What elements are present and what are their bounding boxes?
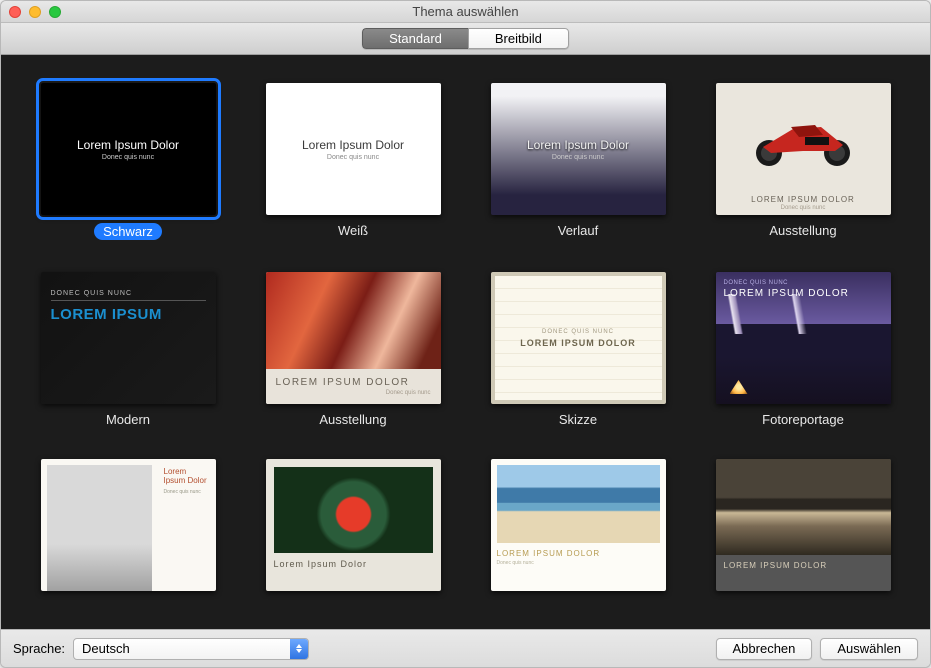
traffic-lights [9, 6, 61, 18]
template-architecture[interactable]: Lorem Ipsum Dolor Donec quis nunc [41, 459, 216, 599]
thumb-sub: Donec quis nunc [552, 154, 604, 161]
template-thumb: Lorem Ipsum Dolor Donec quis nunc [266, 83, 441, 215]
minimize-icon[interactable] [29, 6, 41, 18]
aspect-segmented-control: Standard Breitbild [362, 28, 569, 49]
template-pottery[interactable]: LOREM IPSUM DOLOR [716, 459, 891, 599]
tab-widescreen[interactable]: Breitbild [468, 28, 569, 49]
template-grid: Lorem Ipsum Dolor Donec quis nunc Schwar… [41, 83, 890, 599]
thumb-title: Lorem Ipsum Dolor [302, 138, 404, 152]
template-thumb: LOREM IPSUM DOLOR Donec quis nunc [266, 272, 441, 404]
template-label: Fotoreportage [762, 412, 844, 427]
template-thumb: DONEC QUIS NUNC LOREM IPSUM DOLOR [491, 272, 666, 404]
thumb-caption: LOREM IPSUM DOLOR Donec quis nunc [716, 190, 891, 215]
template-fotoreportage[interactable]: DONEC QUIS NUNC LOREM IPSUM DOLOR Fotore… [716, 272, 891, 427]
template-verlauf[interactable]: Lorem Ipsum Dolor Donec quis nunc Verlau… [491, 83, 666, 240]
template-label: Ausstellung [769, 223, 836, 238]
template-thumb: Lorem Ipsum Dolor Donec quis nunc [41, 459, 216, 591]
template-ausstellung-paint[interactable]: LOREM IPSUM DOLOR Donec quis nunc Ausste… [266, 272, 441, 427]
tab-standard[interactable]: Standard [362, 28, 468, 49]
template-label: Ausstellung [319, 412, 386, 427]
thumb-sub: Donec quis nunc [327, 154, 379, 161]
thumb-title: Lorem Ipsum Dolor [77, 138, 179, 152]
pottery-photo-icon [716, 459, 891, 555]
paint-texture-icon [266, 272, 441, 369]
template-ausstellung-moto[interactable]: LOREM IPSUM DOLOR Donec quis nunc Ausste… [716, 83, 891, 240]
template-label: Schwarz [94, 223, 162, 240]
template-modern[interactable]: DONEC QUIS NUNC LOREM IPSUM Modern [41, 272, 216, 427]
template-thumb: LOREM IPSUM DOLOR Donec quis nunc [491, 459, 666, 591]
bridge-photo-icon [47, 465, 152, 591]
footer: Sprache: Deutsch Abbrechen Auswählen [1, 629, 930, 667]
template-parrot[interactable]: Lorem Ipsum Dolor [266, 459, 441, 599]
language-value: Deutsch [82, 641, 130, 656]
theme-chooser-window: Thema auswählen Standard Breitbild Lorem… [0, 0, 931, 668]
template-thumb: Lorem Ipsum Dolor Donec quis nunc [41, 83, 216, 215]
template-schwarz[interactable]: Lorem Ipsum Dolor Donec quis nunc Schwar… [41, 83, 216, 240]
template-thumb: Lorem Ipsum Dolor Donec quis nunc [491, 83, 666, 215]
template-weiss[interactable]: Lorem Ipsum Dolor Donec quis nunc Weiß [266, 83, 441, 240]
parrot-photo-icon [274, 467, 433, 553]
toolbar: Standard Breitbild [1, 23, 930, 55]
window-title: Thema auswählen [1, 4, 930, 19]
close-icon[interactable] [9, 6, 21, 18]
template-skizze[interactable]: DONEC QUIS NUNC LOREM IPSUM DOLOR Skizze [491, 272, 666, 427]
template-label: Skizze [559, 412, 597, 427]
mountain-photo-icon [716, 324, 891, 404]
cancel-button[interactable]: Abbrechen [716, 638, 813, 660]
template-gallery[interactable]: Lorem Ipsum Dolor Donec quis nunc Schwar… [1, 55, 930, 629]
choose-button[interactable]: Auswählen [820, 638, 918, 660]
thumb-title: Lorem Ipsum Dolor [527, 138, 629, 152]
language-label: Sprache: [13, 641, 65, 656]
template-thumb: DONEC QUIS NUNC LOREM IPSUM DOLOR [716, 272, 891, 404]
template-label: Modern [106, 412, 150, 427]
template-thumb: DONEC QUIS NUNC LOREM IPSUM [41, 272, 216, 404]
motorcycle-icon [716, 83, 891, 190]
template-label: Weiß [338, 223, 368, 238]
template-thumb: Lorem Ipsum Dolor [266, 459, 441, 591]
chevron-updown-icon [290, 639, 308, 659]
zoom-icon[interactable] [49, 6, 61, 18]
template-thumb: LOREM IPSUM DOLOR Donec quis nunc [716, 83, 891, 215]
tent-icon [730, 380, 748, 394]
template-label: Verlauf [558, 223, 598, 238]
thumb-sub: Donec quis nunc [102, 154, 154, 161]
template-beach[interactable]: LOREM IPSUM DOLOR Donec quis nunc [491, 459, 666, 599]
language-select[interactable]: Deutsch [73, 638, 309, 660]
beach-photo-icon [497, 465, 660, 543]
titlebar: Thema auswählen [1, 1, 930, 23]
template-thumb: LOREM IPSUM DOLOR [716, 459, 891, 591]
